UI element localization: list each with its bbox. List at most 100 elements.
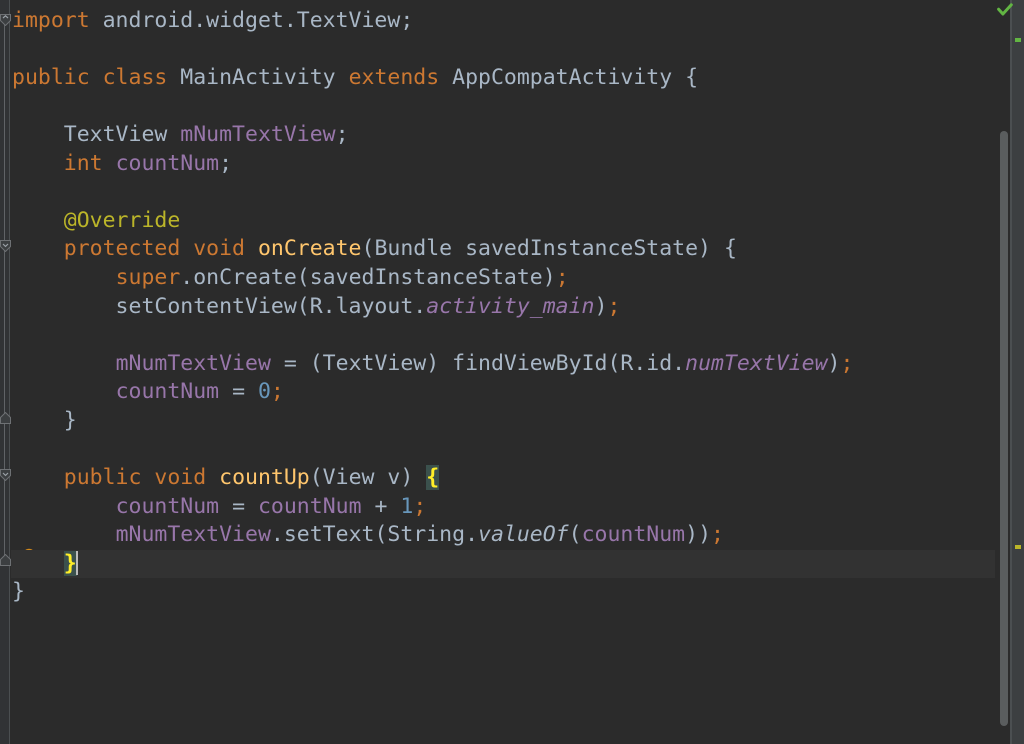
code-line[interactable] (11, 321, 1010, 350)
code-line[interactable]: int countNum; (11, 150, 1010, 179)
code-token: = (TextView) findViewById(R.id. (270, 350, 686, 376)
scrollbar-thumb[interactable] (1000, 131, 1008, 726)
code-token: onCreate (257, 236, 362, 262)
code-line[interactable]: } (11, 407, 1010, 436)
code-token: } (12, 579, 25, 605)
code-token: + (361, 493, 401, 519)
code-token: ; (607, 293, 621, 319)
code-token: countNum (115, 150, 220, 176)
code-token: android.widget.TextView; (102, 7, 414, 33)
code-text-area[interactable]: import android.widget.TextView; public c… (11, 0, 1010, 744)
code-token: MainActivity (180, 64, 349, 90)
code-line[interactable] (11, 436, 1010, 465)
code-line[interactable]: mNumTextView = (TextView) findViewById(R… (11, 350, 1010, 379)
fold-marker-countup-start[interactable] (0, 469, 11, 481)
code-token: (Bundle savedInstanceState) { (361, 236, 737, 262)
code-line-list: import android.widget.TextView; public c… (11, 0, 1010, 607)
code-line[interactable]: import android.widget.TextView; (11, 7, 1010, 36)
vertical-scrollbar[interactable] (997, 0, 1010, 744)
code-line[interactable]: } (11, 549, 1010, 579)
fold-region-line (4, 248, 5, 418)
code-line[interactable]: } (11, 578, 1010, 607)
code-token: protected void (63, 236, 258, 262)
code-line[interactable]: public class MainActivity extends AppCom… (11, 64, 1010, 93)
code-token: @Override (12, 207, 181, 233)
code-line[interactable]: countNum = countNum + 1; (11, 493, 1010, 522)
fold-marker-imports-end[interactable] (0, 14, 11, 26)
error-stripe-marker-strip[interactable] (1011, 0, 1024, 744)
fold-region-line (4, 418, 5, 564)
code-token: ; (711, 522, 724, 548)
code-token: super (115, 264, 181, 290)
code-line[interactable] (11, 178, 1010, 207)
code-token: ; (555, 264, 569, 290)
code-line[interactable]: countNum = 0; (11, 378, 1010, 407)
code-token: 0 (257, 379, 271, 405)
code-token: import (12, 7, 103, 33)
code-token: )) (685, 522, 712, 548)
code-token: ; (335, 121, 349, 147)
code-line[interactable]: @Override (11, 207, 1010, 236)
code-token: (View v) (309, 465, 427, 491)
stripe-marker-top[interactable] (1015, 38, 1021, 42)
code-line[interactable] (11, 92, 1010, 121)
code-token: mNumTextView (180, 121, 336, 147)
code-token: mNumTextView (115, 350, 271, 376)
code-line[interactable]: protected void onCreate(Bundle savedInst… (11, 235, 1010, 264)
editor-right-rail (995, 0, 1024, 744)
code-token: countUp (219, 465, 310, 491)
code-line[interactable]: TextView mNumTextView; (11, 121, 1010, 150)
code-token: valueOf (478, 522, 569, 548)
code-token: = (219, 379, 258, 405)
code-line[interactable]: setContentView(R.layout.activity_main); (11, 293, 1010, 322)
code-token: .setText(String. (270, 522, 479, 548)
code-token: { (426, 465, 440, 491)
code-token: ; (840, 350, 854, 376)
code-token: countNum (115, 379, 220, 405)
code-token: setContentView(R.layout. (12, 293, 427, 319)
code-token: activity_main (426, 293, 595, 319)
text-caret (75, 550, 78, 575)
fold-marker-oncreate-end[interactable] (0, 412, 11, 424)
code-token: .onCreate(savedInstanceState) (180, 264, 556, 290)
code-token: numTextView (685, 350, 828, 376)
code-token: public class (12, 64, 181, 90)
code-token: public void (63, 465, 220, 491)
code-token: countNum (581, 522, 686, 548)
checkmark-icon[interactable] (997, 2, 1013, 16)
code-line[interactable] (11, 35, 1010, 64)
code-token: = (219, 493, 258, 519)
code-token: ( (568, 522, 582, 548)
stripe-marker-bottom[interactable] (1015, 545, 1021, 549)
code-editor-window: import android.widget.TextView; public c… (0, 0, 1024, 744)
code-token: } (12, 407, 77, 433)
code-line[interactable]: super.onCreate(savedInstanceState); (11, 264, 1010, 293)
code-token: ) (594, 293, 608, 319)
code-token: TextView (12, 121, 181, 147)
code-token: extends (348, 64, 453, 90)
code-token: ) (827, 350, 841, 376)
fold-marker-countup-end[interactable] (0, 554, 11, 566)
code-token: ; (270, 379, 284, 405)
code-line[interactable]: public void countUp(View v) { (11, 464, 1010, 493)
code-token: countNum (115, 493, 220, 519)
code-token: ; (219, 150, 233, 176)
code-token: int (63, 150, 116, 176)
code-line[interactable] (11, 0, 1010, 7)
code-token: ; (413, 493, 427, 519)
code-token: mNumTextView (115, 522, 271, 548)
fold-region-line (4, 20, 5, 248)
code-token: 1 (400, 493, 414, 519)
code-line[interactable]: mNumTextView.setText(String.valueOf(coun… (11, 521, 1010, 550)
code-token: countNum (257, 493, 362, 519)
fold-marker-oncreate-start[interactable] (0, 240, 11, 252)
